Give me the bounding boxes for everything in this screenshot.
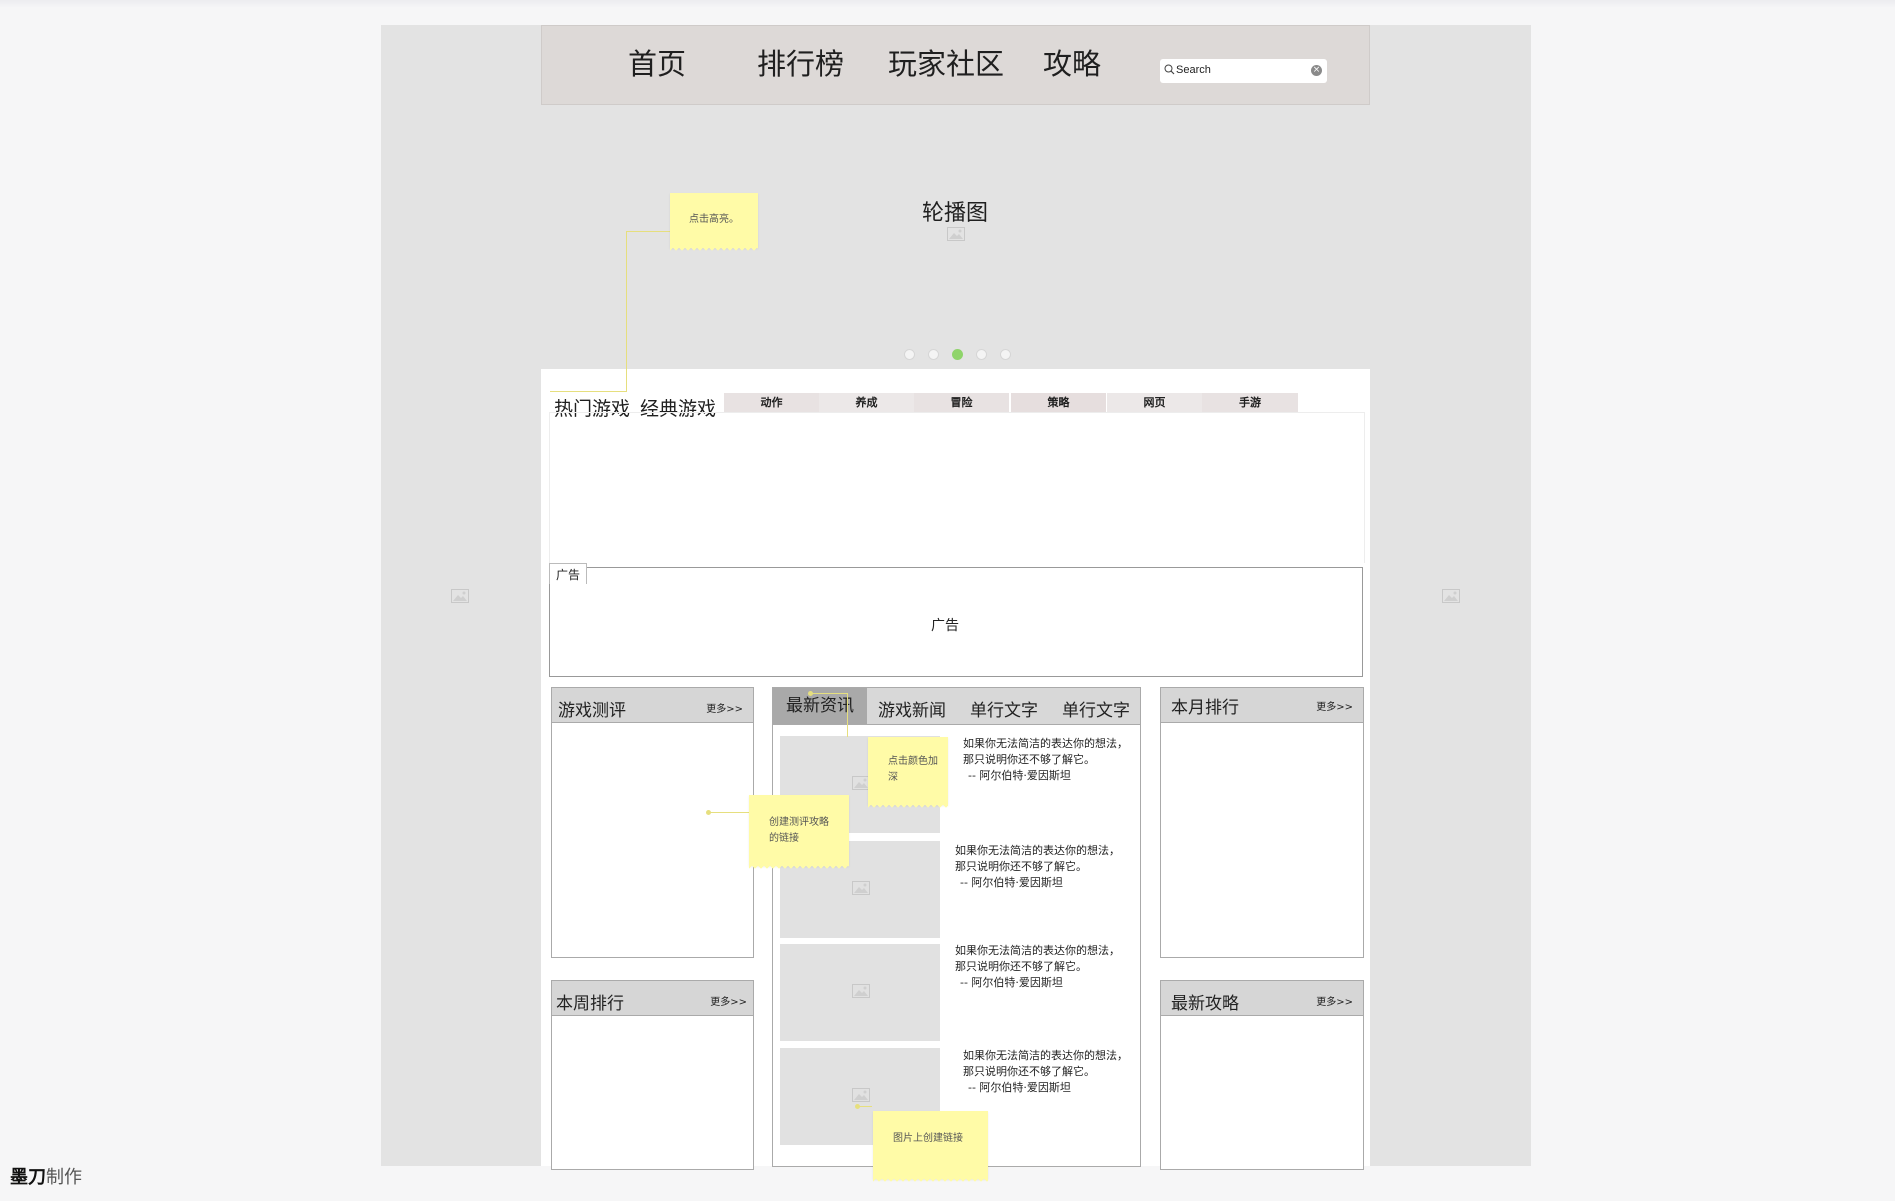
search-input[interactable]: Search × xyxy=(1160,59,1327,83)
top-edge xyxy=(0,0,1895,8)
guides-box: 最新攻略 更多>> xyxy=(1160,980,1364,1170)
clear-icon[interactable]: × xyxy=(1311,65,1322,76)
carousel-dot[interactable] xyxy=(976,349,987,360)
review-more-link[interactable]: 更多>> xyxy=(706,700,743,715)
news-box: 最新资讯 游戏新闻 单行文字 单行文字 如果你无法简洁的表达你的想法，那只说明你… xyxy=(772,687,1141,1167)
news-item-author: -- 阿尔伯特·爱因斯坦 xyxy=(960,876,1063,889)
monthly-ranking-box: 本月排行 更多>> xyxy=(1160,687,1364,958)
carousel-dot[interactable] xyxy=(1000,349,1011,360)
ad-tab: 广告 xyxy=(549,563,587,584)
review-header: 游戏测评 更多>> xyxy=(552,688,753,723)
search-placeholder: Search xyxy=(1176,64,1211,76)
tab-single-line-2[interactable]: 单行文字 xyxy=(1062,696,1130,721)
carousel-dot[interactable] xyxy=(904,349,915,360)
nav-community[interactable]: 玩家社区 xyxy=(888,50,1004,79)
nav-home[interactable]: 首页 xyxy=(628,50,686,79)
nav-ranking[interactable]: 排行榜 xyxy=(757,50,844,79)
news-item[interactable]: 如果你无法简洁的表达你的想法，那只说明你还不够了解它。 -- 阿尔伯特·爱因斯坦 xyxy=(963,736,1128,784)
note-text: 创建测评攻略的链接 xyxy=(769,817,829,844)
note-text: 图片上创建链接 xyxy=(893,1133,963,1144)
note-connector xyxy=(858,1106,872,1107)
weekly-header: 本周排行 更多>> xyxy=(552,981,753,1016)
note-connector xyxy=(847,693,848,737)
category-raising[interactable]: 养成 xyxy=(819,393,914,412)
monthly-more-link[interactable]: 更多>> xyxy=(1316,698,1353,713)
games-panel xyxy=(549,412,1365,563)
guides-title: 最新攻略 xyxy=(1171,994,1239,1014)
note-connector xyxy=(810,693,848,694)
monthly-header: 本月排行 更多>> xyxy=(1161,688,1363,723)
ad-label: 广告 xyxy=(931,618,959,634)
brand-logo: 墨刀 xyxy=(10,1167,46,1188)
brand-watermark: 墨刀制作 xyxy=(10,1163,82,1189)
news-item-text: 如果你无法简洁的表达你的想法，那只说明你还不够了解它。 xyxy=(963,737,1128,766)
brand-suffix: 制作 xyxy=(46,1167,82,1188)
category-adventure[interactable]: 冒险 xyxy=(914,393,1009,412)
image-icon xyxy=(852,1088,870,1102)
annotation-note: 点击颜色加深 xyxy=(868,737,948,809)
guides-header: 最新攻略 更多>> xyxy=(1161,981,1363,1016)
news-item-author: -- 阿尔伯特·爱因斯坦 xyxy=(968,1081,1071,1094)
carousel-dot-active[interactable] xyxy=(952,349,963,360)
review-box: 游戏测评 更多>> xyxy=(551,687,754,958)
note-connector xyxy=(626,231,627,391)
category-web[interactable]: 网页 xyxy=(1107,393,1202,412)
news-item-author: -- 阿尔伯特·爱因斯坦 xyxy=(960,976,1063,989)
annotation-note: 创建测评攻略的链接 xyxy=(749,795,849,870)
right-banner-image-icon xyxy=(1442,589,1460,603)
note-connector xyxy=(550,391,627,392)
nav-guides[interactable]: 攻略 xyxy=(1043,50,1101,79)
news-item-text: 如果你无法简洁的表达你的想法，那只说明你还不够了解它。 xyxy=(955,844,1120,873)
news-item[interactable]: 如果你无法简洁的表达你的想法，那只说明你还不够了解它。 -- 阿尔伯特·爱因斯坦 xyxy=(955,943,1120,991)
annotation-note: 图片上创建链接 xyxy=(873,1111,988,1183)
image-icon xyxy=(852,881,870,895)
tab-game-news[interactable]: 游戏新闻 xyxy=(878,696,946,721)
weekly-more-link[interactable]: 更多>> xyxy=(710,993,747,1008)
category-mobile[interactable]: 手游 xyxy=(1202,393,1298,412)
news-image[interactable] xyxy=(780,944,940,1041)
category-action[interactable]: 动作 xyxy=(724,393,819,412)
carousel-image-icon xyxy=(947,227,965,241)
review-title: 游戏测评 xyxy=(558,701,626,721)
weekly-title: 本周排行 xyxy=(556,994,624,1014)
note-connector xyxy=(626,231,670,232)
carousel-title: 轮播图 xyxy=(921,201,988,226)
news-item-text: 如果你无法简洁的表达你的想法，那只说明你还不够了解它。 xyxy=(955,944,1120,973)
news-item-author: -- 阿尔伯特·爱因斯坦 xyxy=(968,769,1071,782)
image-icon xyxy=(852,984,870,998)
guides-more-link[interactable]: 更多>> xyxy=(1316,993,1353,1008)
note-connector xyxy=(709,812,749,813)
annotation-note: 点击高亮。 xyxy=(670,193,758,252)
news-item-text: 如果你无法简洁的表达你的想法，那只说明你还不够了解它。 xyxy=(963,1049,1128,1078)
left-banner-image-icon xyxy=(451,589,469,603)
tab-single-line-1[interactable]: 单行文字 xyxy=(970,696,1038,721)
search-icon xyxy=(1164,64,1175,75)
news-item[interactable]: 如果你无法简洁的表达你的想法，那只说明你还不够了解它。 -- 阿尔伯特·爱因斯坦 xyxy=(963,1048,1128,1096)
weekly-ranking-box: 本周排行 更多>> xyxy=(551,980,754,1170)
monthly-title: 本月排行 xyxy=(1171,698,1239,718)
news-item[interactable]: 如果你无法简洁的表达你的想法，那只说明你还不够了解它。 -- 阿尔伯特·爱因斯坦 xyxy=(955,843,1120,891)
category-strategy[interactable]: 策略 xyxy=(1011,393,1106,412)
note-text: 点击颜色加深 xyxy=(888,756,938,783)
carousel-dot[interactable] xyxy=(928,349,939,360)
note-text: 点击高亮。 xyxy=(689,214,739,225)
top-nav: 首页 排行榜 玩家社区 攻略 Search × xyxy=(541,25,1370,105)
